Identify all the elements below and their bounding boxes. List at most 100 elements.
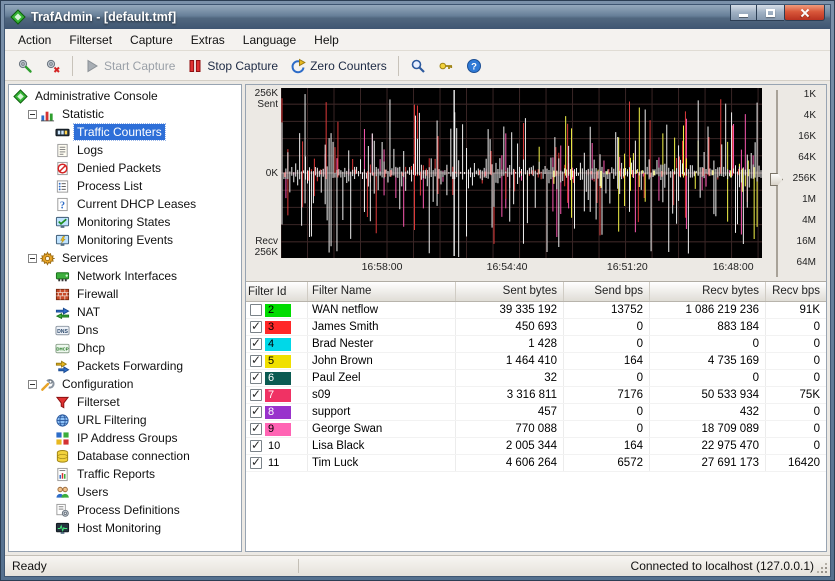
zero-counters-button[interactable]: Zero Counters: [284, 54, 393, 78]
axis-sent-max: 256KSent: [255, 88, 278, 110]
connect-button[interactable]: [11, 54, 39, 78]
start-capture-button[interactable]: Start Capture: [78, 54, 181, 78]
tree-item-url-filtering[interactable]: URL Filtering: [9, 411, 241, 429]
scale-label: 4K: [804, 111, 816, 121]
tree-item-process-list[interactable]: Process List: [9, 177, 241, 195]
expand-toggle[interactable]: [28, 254, 37, 263]
find-filter-button[interactable]: [404, 54, 432, 78]
help-button[interactable]: ?: [460, 54, 488, 78]
table-row[interactable]: 11Tim Luck4 606 264657227 691 17316420: [246, 455, 826, 472]
tree-item-dhcp[interactable]: DHCPDhcp: [9, 339, 241, 357]
table-row[interactable]: 10Lisa Black2 005 34416422 975 4700: [246, 438, 826, 455]
scale-label: 64K: [798, 153, 816, 163]
close-button[interactable]: [784, 5, 825, 21]
close-icon: [800, 8, 810, 18]
row-checkbox[interactable]: [250, 304, 262, 316]
table-row[interactable]: 6Paul Zeel32000: [246, 370, 826, 387]
tree-item-logs[interactable]: Logs: [9, 141, 241, 159]
row-checkbox[interactable]: [250, 457, 262, 469]
tree-item-process-definitions[interactable]: Process Definitions: [9, 501, 241, 519]
tree-item-current-dhcp-leases[interactable]: ?Current DHCP Leases: [9, 195, 241, 213]
tree-item-users[interactable]: Users: [9, 483, 241, 501]
nat-icon: [55, 305, 70, 320]
column-header-filter-name[interactable]: Filter Name: [308, 282, 456, 301]
column-header-recv-bytes[interactable]: Recv bytes: [650, 282, 766, 301]
tree-item-label: Process List: [74, 178, 145, 194]
tree-item-database-connection[interactable]: Database connection: [9, 447, 241, 465]
titlebar[interactable]: TrafAdmin - [default.tmf]: [5, 5, 830, 29]
expand-toggle[interactable]: [28, 110, 37, 119]
disconnect-button[interactable]: [39, 54, 67, 78]
maximize-button[interactable]: [757, 5, 784, 21]
row-checkbox[interactable]: [250, 389, 262, 401]
tree-item-packets-forwarding[interactable]: Packets Forwarding: [9, 357, 241, 375]
cell-recv-bps: 0: [766, 370, 826, 386]
tree-item-label: URL Filtering: [74, 412, 150, 428]
menu-capture[interactable]: Capture: [121, 30, 182, 50]
resize-grip[interactable]: [816, 562, 828, 574]
ip-address-groups-icon: [55, 431, 70, 446]
menu-action[interactable]: Action: [9, 30, 60, 50]
key-button[interactable]: [432, 54, 460, 78]
column-header-send-bps[interactable]: Send bps: [564, 282, 650, 301]
tree-item-traffic-counters[interactable]: Traffic Counters: [9, 123, 241, 141]
row-checkbox[interactable]: [250, 372, 262, 384]
filter-id-cell: 9: [246, 421, 308, 437]
cell-send-bps: 0: [564, 404, 650, 420]
tree-item-nat[interactable]: NAT: [9, 303, 241, 321]
tree-item-ip-address-groups[interactable]: IP Address Groups: [9, 429, 241, 447]
tree-item-label: Current DHCP Leases: [74, 196, 199, 212]
menu-filterset[interactable]: Filterset: [60, 30, 121, 50]
table-row[interactable]: 5John Brown1 464 4101644 735 1690: [246, 353, 826, 370]
expand-toggle[interactable]: [28, 380, 37, 389]
row-checkbox[interactable]: [250, 423, 262, 435]
row-checkbox[interactable]: [250, 355, 262, 367]
column-header-sent-bytes[interactable]: Sent bytes: [456, 282, 564, 301]
menu-language[interactable]: Language: [234, 30, 305, 50]
cell-recv-bps: 0: [766, 438, 826, 454]
filters-table: Filter IdFilter NameSent bytesSend bpsRe…: [246, 281, 826, 551]
tree-item-label: Traffic Reports: [74, 466, 158, 482]
tree-item-services[interactable]: Services: [9, 249, 241, 267]
column-header-filter-id[interactable]: Filter Id: [246, 282, 308, 301]
table-row[interactable]: 7s093 316 811717650 533 93475K: [246, 387, 826, 404]
tree-item-monitoring-states[interactable]: Monitoring States: [9, 213, 241, 231]
denied-packets-icon: [55, 161, 70, 176]
tree-item-filterset[interactable]: Filterset: [9, 393, 241, 411]
tree-item-firewall[interactable]: Firewall: [9, 285, 241, 303]
users-icon: [55, 485, 70, 500]
tree-item-statistic[interactable]: Statistic: [9, 105, 241, 123]
table-row[interactable]: 4Brad Nester1 428000: [246, 336, 826, 353]
minimize-button[interactable]: [730, 5, 757, 21]
cell-send-bps: 0: [564, 319, 650, 335]
disconnect-icon: [45, 58, 61, 74]
table-row[interactable]: 8support45704320: [246, 404, 826, 421]
tree-item-label: Process Definitions: [74, 502, 183, 518]
tree-item-configuration[interactable]: Configuration: [9, 375, 241, 393]
main-area: Administrative ConsoleStatisticTraffic C…: [5, 81, 830, 555]
tree-item-monitoring-events[interactable]: Monitoring Events: [9, 231, 241, 249]
column-header-recv-bps[interactable]: Recv bps: [766, 282, 826, 301]
cell-send-bps: 164: [564, 353, 650, 369]
tree-item-network-interfaces[interactable]: Network Interfaces: [9, 267, 241, 285]
row-checkbox[interactable]: [250, 321, 262, 333]
scale-label: 16K: [798, 132, 816, 142]
tree-item-host-monitoring[interactable]: Host Monitoring: [9, 519, 241, 537]
connection-status: Connected to localhost (127.0.0.1): [298, 559, 830, 573]
stop-capture-button[interactable]: Stop Capture: [181, 54, 284, 78]
filter-id-badge: 11: [265, 457, 291, 470]
table-row[interactable]: 3James Smith450 6930883 1840: [246, 319, 826, 336]
stop-capture-label: Stop Capture: [207, 59, 278, 73]
menu-help[interactable]: Help: [305, 30, 348, 50]
table-row[interactable]: 2WAN netflow39 335 192137521 086 219 236…: [246, 302, 826, 319]
row-checkbox[interactable]: [250, 406, 262, 418]
table-row[interactable]: 9George Swan770 088018 709 0890: [246, 421, 826, 438]
tree-item-administrative-console[interactable]: Administrative Console: [9, 87, 241, 105]
tree-item-dns[interactable]: DNSDns: [9, 321, 241, 339]
zoom-slider-thumb[interactable]: [770, 173, 783, 186]
menu-extras[interactable]: Extras: [182, 30, 234, 50]
row-checkbox[interactable]: [250, 440, 262, 452]
tree-item-traffic-reports[interactable]: Traffic Reports: [9, 465, 241, 483]
row-checkbox[interactable]: [250, 338, 262, 350]
tree-item-denied-packets[interactable]: Denied Packets: [9, 159, 241, 177]
